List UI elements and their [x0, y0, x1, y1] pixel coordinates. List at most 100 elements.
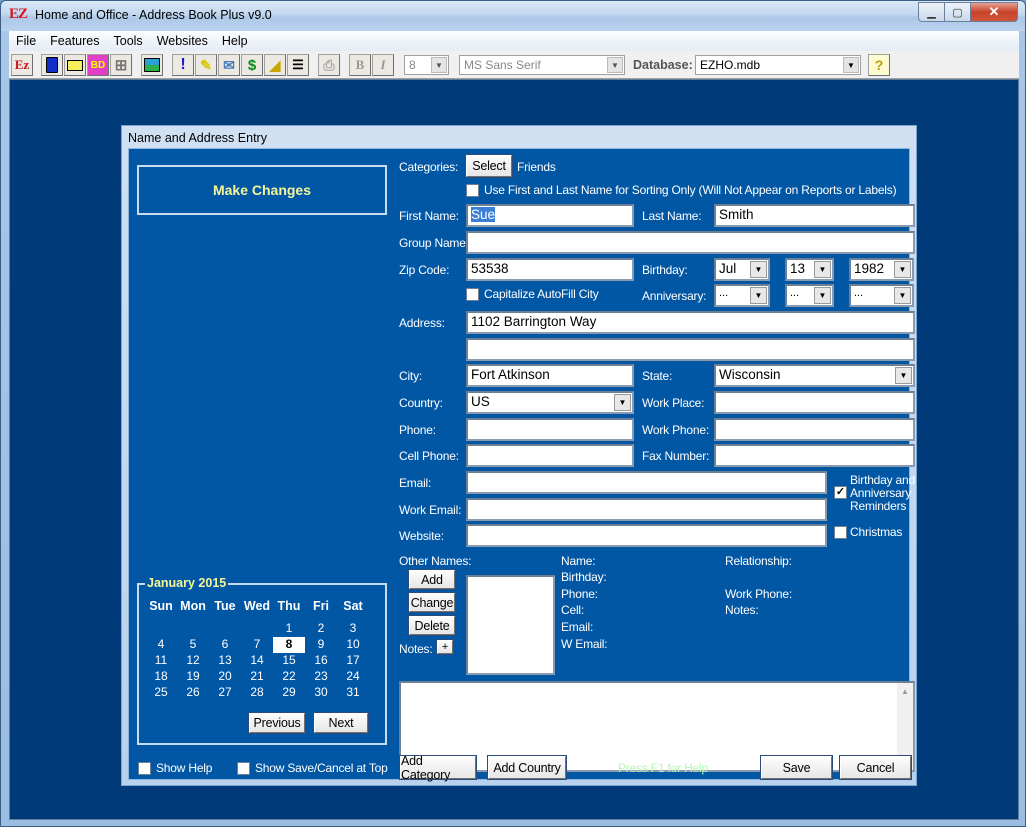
calendar-day[interactable]: 6: [209, 637, 241, 653]
clean-button[interactable]: ✎: [195, 54, 217, 76]
group-name-input[interactable]: [466, 231, 915, 254]
birthday-button[interactable]: BD: [87, 54, 109, 76]
calendar-day[interactable]: 19: [177, 669, 209, 685]
add-other-name-button[interactable]: Add: [408, 569, 456, 590]
calendar-day[interactable]: 7: [241, 637, 273, 653]
address-line2-input[interactable]: [466, 338, 915, 361]
birthday-year-select[interactable]: 1982 ▼: [849, 258, 914, 281]
maximize-button[interactable]: ▢: [944, 2, 971, 22]
calendar-day[interactable]: 23: [305, 669, 337, 685]
work-phone-input[interactable]: [714, 418, 915, 441]
notes-textarea[interactable]: ▲▼: [399, 681, 915, 772]
calendar-day[interactable]: 31: [337, 685, 369, 701]
christmas-checkbox[interactable]: [834, 526, 847, 539]
fax-input[interactable]: [714, 444, 915, 467]
show-save-top-checkbox[interactable]: [237, 762, 250, 775]
calendar-day[interactable]: 26: [177, 685, 209, 701]
calendar-day[interactable]: 24: [337, 669, 369, 685]
calendar-day[interactable]: 12: [177, 653, 209, 669]
select-category-button[interactable]: Select: [465, 154, 513, 178]
reminders-checkbox[interactable]: ✓: [834, 486, 847, 499]
picture-button[interactable]: [141, 54, 163, 76]
other-names-list[interactable]: [466, 575, 555, 675]
email-input[interactable]: [466, 471, 827, 494]
font-name-select[interactable]: MS Sans Serif ▼: [459, 55, 625, 75]
calendar-day[interactable]: 5: [177, 637, 209, 653]
first-name-input[interactable]: Sue: [466, 204, 634, 227]
city-input[interactable]: Fort Atkinson: [466, 364, 634, 387]
print-button[interactable]: ⎙: [318, 54, 340, 76]
calendar-day[interactable]: 22: [273, 669, 305, 685]
mail-button[interactable]: ✉: [218, 54, 240, 76]
state-select[interactable]: Wisconsin ▼: [714, 364, 915, 387]
calendar-day[interactable]: 29: [273, 685, 305, 701]
calendar-day[interactable]: 16: [305, 653, 337, 669]
calendar-day[interactable]: 8: [273, 637, 305, 653]
calendar-day[interactable]: 18: [145, 669, 177, 685]
calendar-day[interactable]: 20: [209, 669, 241, 685]
birthday-day-select[interactable]: 13 ▼: [785, 258, 834, 281]
dollar-button[interactable]: $: [241, 54, 263, 76]
menu-file[interactable]: File: [9, 34, 43, 48]
save-button[interactable]: Save: [760, 755, 833, 780]
open-book-button[interactable]: [64, 54, 86, 76]
work-email-input[interactable]: [466, 498, 827, 521]
menu-tools[interactable]: Tools: [107, 34, 150, 48]
address-line1-input[interactable]: 1102 Barrington Way: [466, 311, 915, 334]
calendar-day[interactable]: 21: [241, 669, 273, 685]
delete-other-name-button[interactable]: Delete: [408, 615, 456, 636]
work-place-input[interactable]: [714, 391, 915, 414]
birthday-month-select[interactable]: Jul ▼: [714, 258, 770, 281]
database-select[interactable]: EZHO.mdb ▼: [695, 55, 861, 75]
calendar-day[interactable]: 14: [241, 653, 273, 669]
calendar-day[interactable]: 13: [209, 653, 241, 669]
zip-code-input[interactable]: 53538: [466, 258, 634, 281]
calendar-day[interactable]: 17: [337, 653, 369, 669]
alert-button[interactable]: !: [172, 54, 194, 76]
calendar-day[interactable]: 1: [273, 621, 305, 637]
website-input[interactable]: [466, 524, 827, 547]
calendar-day[interactable]: 4: [145, 637, 177, 653]
capitalize-checkbox[interactable]: [466, 288, 479, 301]
eraser-button[interactable]: ◢: [264, 54, 286, 76]
last-name-input[interactable]: Smith: [714, 204, 915, 227]
help-button[interactable]: ?: [868, 54, 890, 76]
menu-websites[interactable]: Websites: [150, 34, 215, 48]
calendar-day[interactable]: 3: [337, 621, 369, 637]
next-month-button[interactable]: Next: [313, 712, 369, 734]
address-book-button[interactable]: [41, 54, 63, 76]
country-select[interactable]: US ▼: [466, 391, 634, 414]
minimize-button[interactable]: ▁: [918, 2, 945, 22]
anniversary-day-select[interactable]: ... ▼: [785, 284, 834, 307]
phone-input[interactable]: [466, 418, 634, 441]
anniversary-month-select[interactable]: ... ▼: [714, 284, 770, 307]
grid-button[interactable]: ⊞: [110, 54, 132, 76]
calendar-day[interactable]: 2: [305, 621, 337, 637]
change-other-name-button[interactable]: Change: [408, 592, 456, 613]
show-help-checkbox[interactable]: [138, 762, 151, 775]
italic-button[interactable]: I: [372, 54, 394, 76]
calendar-day[interactable]: 28: [241, 685, 273, 701]
calendar-day[interactable]: 30: [305, 685, 337, 701]
cancel-button[interactable]: Cancel: [839, 755, 912, 780]
ez-logo-button[interactable]: Ez: [11, 54, 33, 76]
font-size-select[interactable]: 8 ▼: [404, 55, 449, 75]
calendar-day[interactable]: 27: [209, 685, 241, 701]
calendar-day[interactable]: 15: [273, 653, 305, 669]
add-country-button[interactable]: Add Country: [487, 755, 567, 780]
list-button[interactable]: ☰: [287, 54, 309, 76]
add-category-button[interactable]: Add Category: [399, 754, 477, 782]
previous-month-button[interactable]: Previous: [248, 712, 306, 734]
calendar-day[interactable]: 11: [145, 653, 177, 669]
calendar-day[interactable]: 10: [337, 637, 369, 653]
calendar-day[interactable]: 25: [145, 685, 177, 701]
bold-button[interactable]: B: [349, 54, 371, 76]
cell-phone-input[interactable]: [466, 444, 634, 467]
sort-only-checkbox[interactable]: [466, 184, 479, 197]
menu-features[interactable]: Features: [43, 34, 106, 48]
menu-help[interactable]: Help: [215, 34, 255, 48]
calendar-day[interactable]: 9: [305, 637, 337, 653]
close-button[interactable]: ✕: [970, 2, 1018, 22]
anniversary-year-select[interactable]: ... ▼: [849, 284, 914, 307]
expand-notes-button[interactable]: +: [436, 639, 454, 655]
